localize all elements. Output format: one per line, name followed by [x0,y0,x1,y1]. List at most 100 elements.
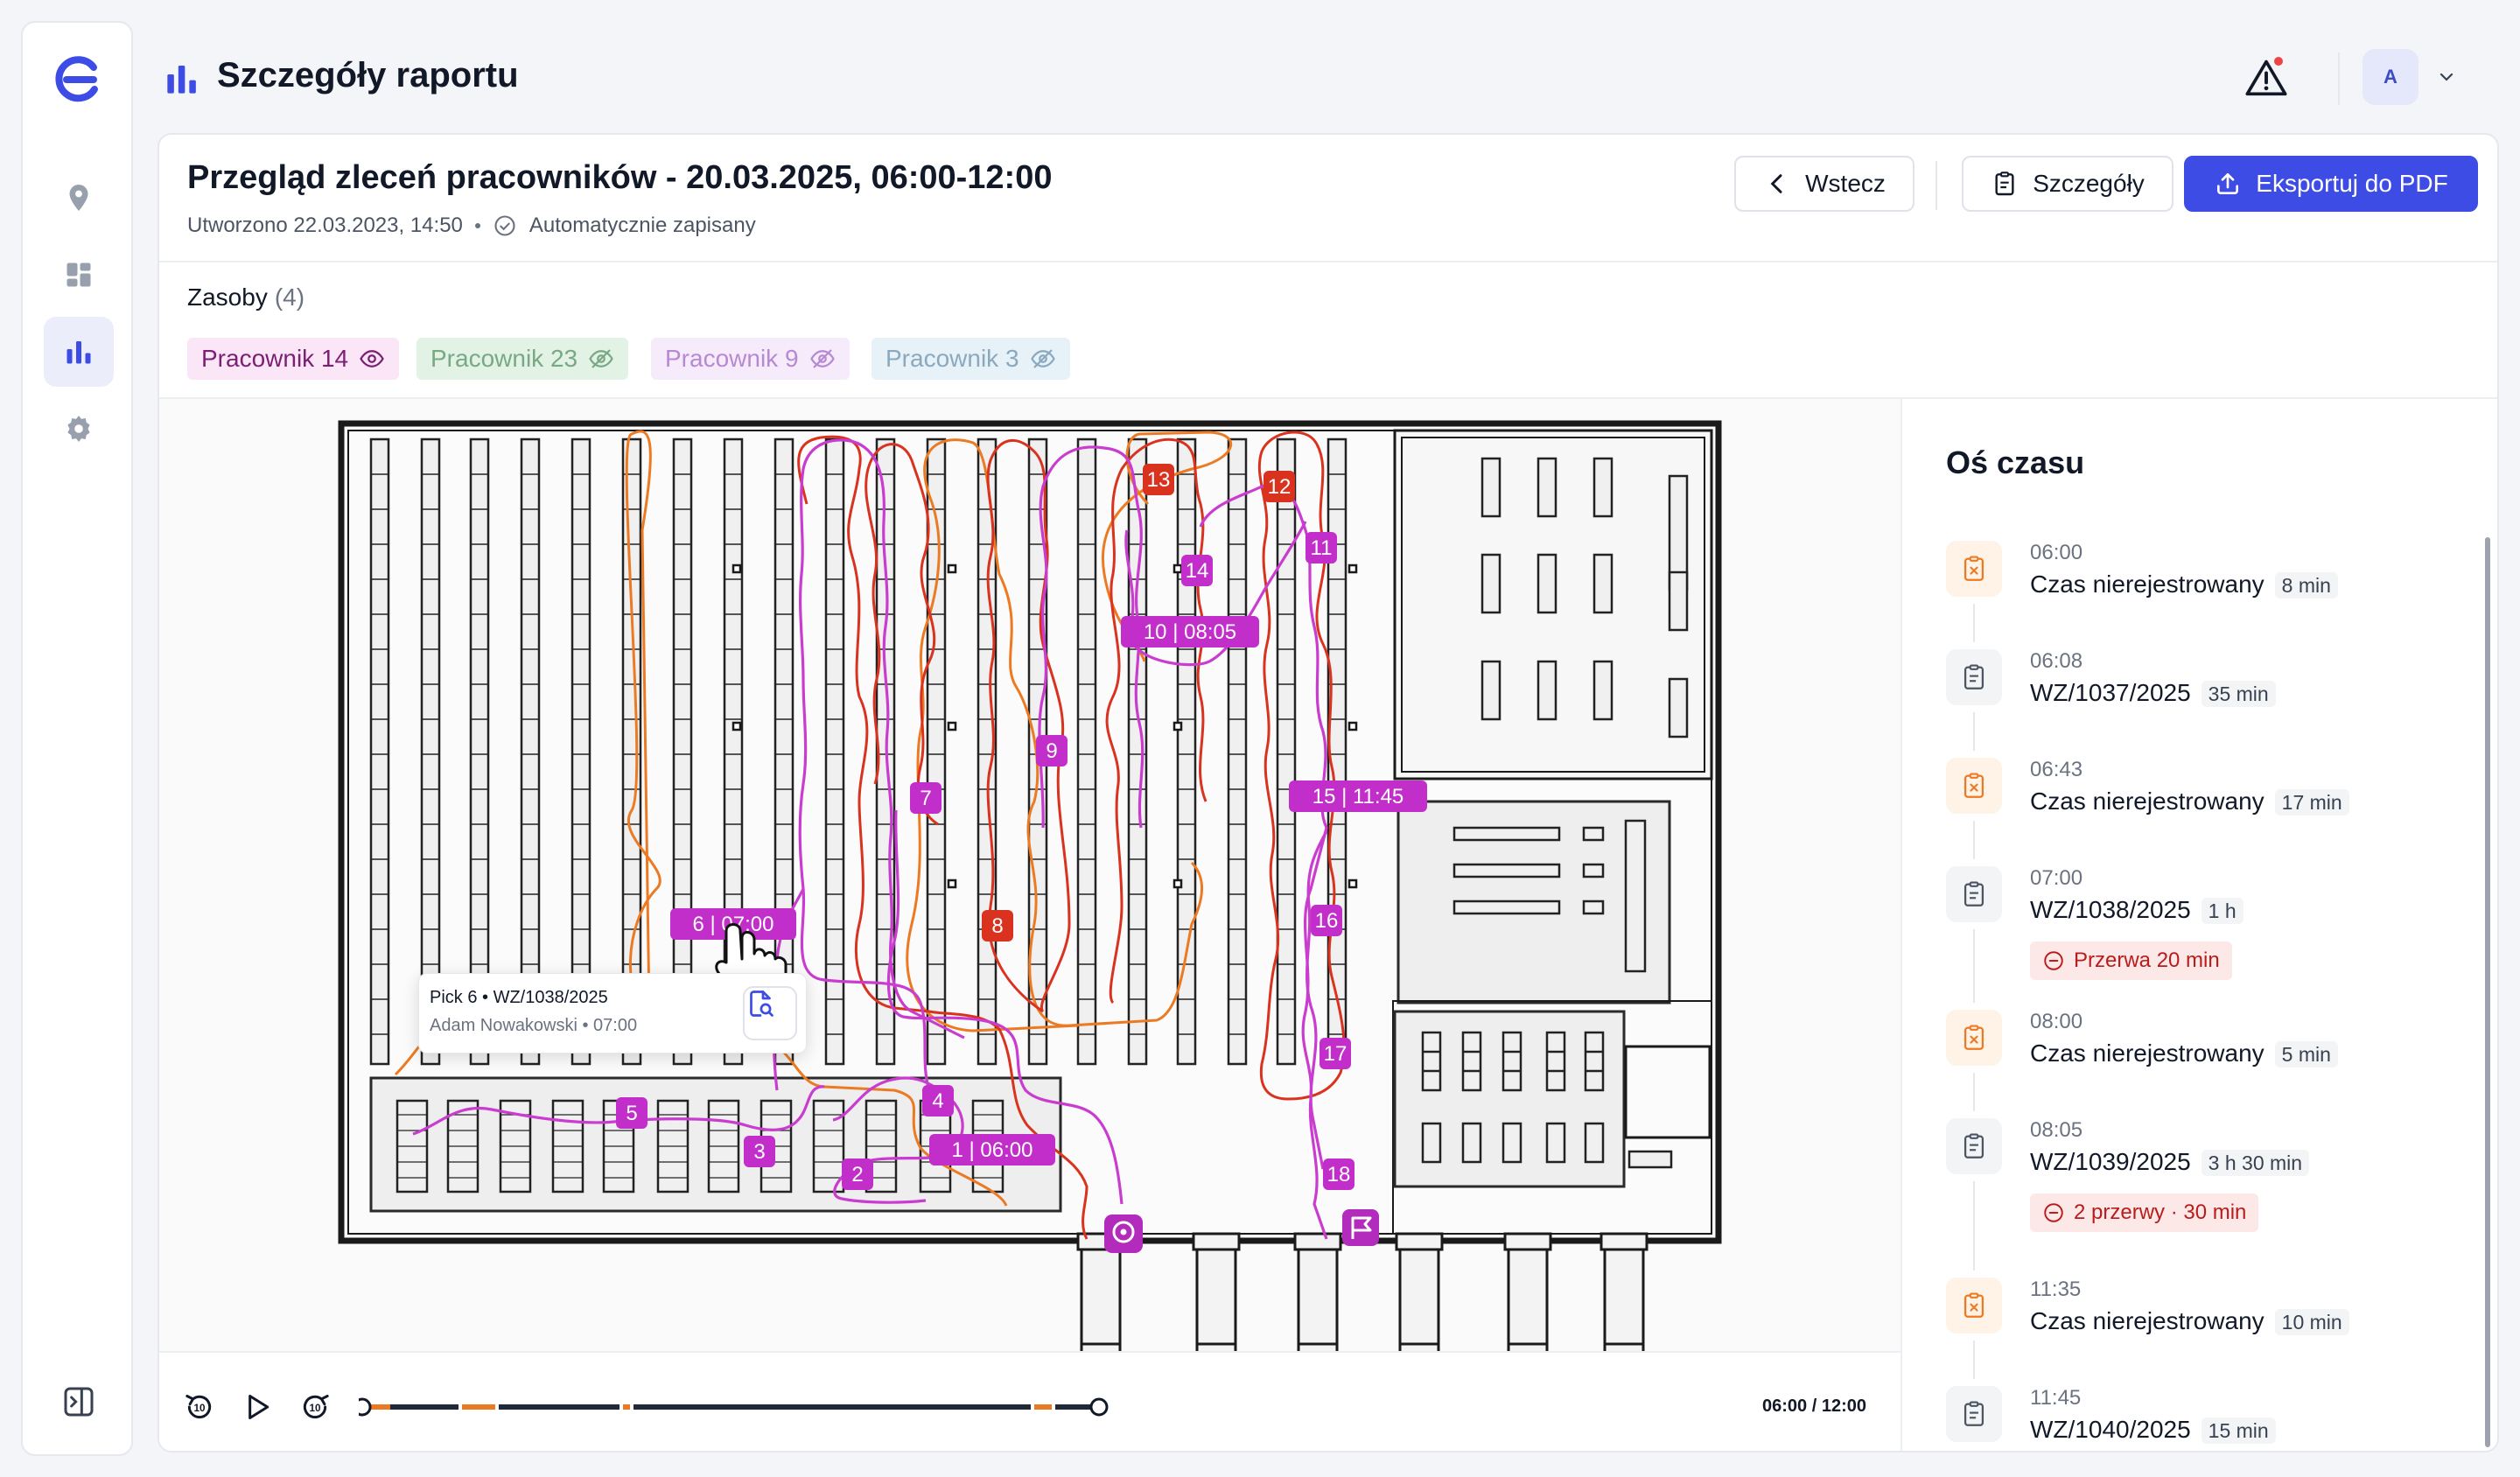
timeline-time: 11:35 [2030,1278,2082,1301]
break-icon [2042,1201,2065,1224]
duration-badge: 8 min [2274,572,2338,598]
report-card: Przegląd zleceń pracowników - 20.03.2025… [158,133,2499,1452]
staging-rack [551,1099,584,1194]
playhead-end-handle [1089,1397,1109,1417]
back-button[interactable]: Wstecz [1734,156,1914,212]
pick-marker[interactable]: 8 [982,910,1013,942]
finish-flag-icon[interactable] [1342,1209,1379,1246]
chip-label: Pracownik 23 [430,345,578,372]
shelf [1624,819,1647,973]
forward-10-icon[interactable]: 10 [298,1390,332,1424]
resource-chip-pracownik-3[interactable]: Pracownik 3 [872,338,1070,380]
brand-logo-icon[interactable] [51,51,107,107]
resource-chip-pracownik-14[interactable]: Pracownik 14 [187,338,400,380]
chevron-down-icon[interactable] [2436,66,2457,88]
pick-marker[interactable]: 5 [616,1097,648,1129]
pick-marker-label: 14 [1186,559,1209,583]
warehouse-map[interactable]: 1 | 06:00 2 3 4 5 6 | 07:00 7 8 9 10 | 08:05 11 12 1… [159,399,1902,1351]
break-icon [2042,949,2065,972]
report-meta: Utworzono 22.03.2023, 14:50 Automatyczni… [187,214,756,238]
open-document-button[interactable] [743,986,797,1040]
created-date: Utworzono 22.03.2023, 14:50 [187,214,463,237]
sidebar-collapse-icon[interactable] [61,1384,96,1419]
pick-marker[interactable]: 10 | 08:05 [1121,616,1259,648]
details-button[interactable]: Szczegóły [1962,156,2174,212]
avatar[interactable]: A [2362,49,2418,105]
pick-marker[interactable]: 17 [1320,1038,1351,1069]
pick-marker[interactable]: 9 [1036,735,1068,766]
break-badge: Przerwa 20 min [2030,942,2232,980]
eye-off-icon[interactable] [1030,346,1056,372]
eye-off-icon[interactable] [809,346,836,372]
storage-rack [420,438,441,1066]
timeline-time: 08:00 [2030,1010,2083,1033]
loading-dock [1395,1232,1444,1351]
pick-marker-label: 4 [932,1089,943,1113]
pick-marker-label: 7 [920,787,931,810]
pick-marker[interactable]: 3 [744,1136,775,1167]
pick-marker-label: 2 [851,1163,863,1186]
play-icon[interactable] [240,1390,275,1424]
eye-off-icon[interactable] [588,346,614,372]
pick-marker[interactable]: 1 | 06:00 [929,1134,1055,1166]
bar-chart-icon [66,341,91,364]
pick-marker[interactable]: 15 | 11:45 [1289,780,1427,812]
upload-icon [2217,173,2239,194]
dashboard-grid-icon [66,262,91,287]
sidebar-item-settings[interactable] [44,394,114,464]
storage-rack [672,438,693,1066]
unregistered-time-icon [1946,758,2002,814]
timeline-label: Czas nierejestrowany [2030,570,2264,598]
sidebar-item-dashboard[interactable] [44,240,114,310]
pick-marker-label: 17 [1324,1042,1348,1066]
pick-marker[interactable]: 4 [922,1085,954,1116]
timeline-name: Czas nierejestrowany 17 min [2030,788,2349,816]
pillar [1172,564,1183,574]
location-pin-icon [69,185,88,211]
timeline-name: WZ/1040/2025 15 min [2030,1416,2276,1444]
pick-marker[interactable]: 2 [842,1158,873,1190]
bar-chart-icon [167,66,196,94]
warehouse-floorplan[interactable]: 1 | 06:0023456 | 07:0078910 | 08:0511121… [159,399,1902,1351]
resource-chip-pracownik-23[interactable]: Pracownik 23 [416,338,629,380]
eye-icon[interactable] [359,346,385,372]
chevron-left-icon [1770,174,1782,193]
rewind-10-icon[interactable]: 10 [182,1390,217,1424]
pick-marker[interactable]: 16 [1311,905,1342,936]
timeline-time: 08:05 [2030,1118,2083,1142]
order-clipboard-icon [1946,1118,2002,1174]
timeline-name: WZ/1038/2025 1 h [2030,896,2244,924]
export-pdf-button[interactable]: Eksportuj do PDF [2184,156,2478,212]
pick-marker[interactable]: 18 [1323,1158,1354,1190]
pick-marker[interactable]: 14 [1181,555,1213,586]
pick-marker[interactable]: 11 [1306,532,1337,564]
pick-marker-label: 8 [991,914,1003,938]
pillar [947,721,957,732]
unregistered-time-icon [1946,1278,2002,1334]
pick-marker[interactable]: 13 [1143,464,1174,495]
timeline-label: WZ/1038/2025 [2030,896,2191,923]
timeline-scrollbar[interactable] [2485,537,2490,1447]
divider [1936,161,1937,210]
sidebar-item-map[interactable] [44,163,114,233]
resource-chip-pracownik-9[interactable]: Pracownik 9 [651,338,850,380]
pick-marker-label: 12 [1268,475,1292,499]
duration-badge: 1 h [2201,898,2244,924]
duration-badge: 5 min [2274,1041,2338,1068]
start-location-icon[interactable] [1104,1214,1143,1253]
pick-marker-label: 5 [626,1102,637,1125]
pick-marker-label: 11 [1311,536,1333,560]
playback-scrubber[interactable] [359,1388,1759,1426]
tooltip-title: Pick 6 • WZ/1038/2025 [430,988,608,1007]
storage-rack [469,438,490,1066]
separator-dot [474,223,480,228]
chip-label: Pracownik 14 [201,345,349,372]
pick-marker[interactable]: 12 [1264,471,1295,502]
pick-marker-label: 9 [1046,739,1057,763]
sidebar-item-reports[interactable] [44,317,114,387]
order-clipboard-icon [1946,866,2002,922]
pick-tooltip[interactable]: Pick 6 • WZ/1038/2025 Adam Nowakowski • … [418,973,807,1054]
resources-label: Zasoby (4) [187,284,304,312]
storage-rack [1227,438,1248,1066]
pick-marker[interactable]: 7 [910,782,942,814]
